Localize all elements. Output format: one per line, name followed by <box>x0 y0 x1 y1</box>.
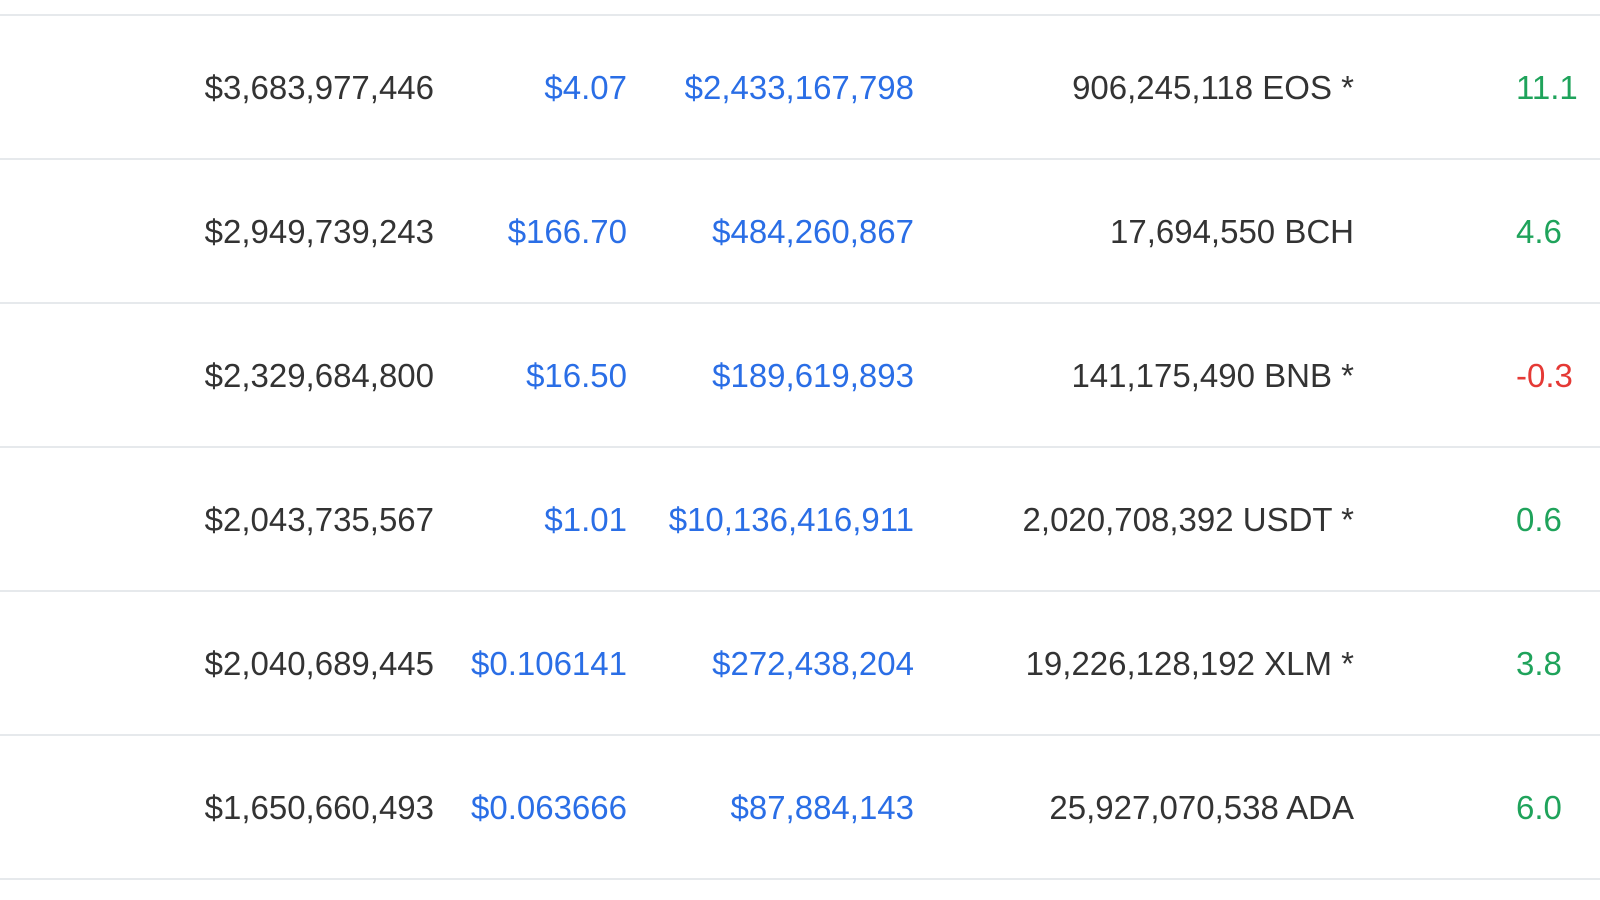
price-link[interactable]: $4.07 <box>544 16 627 160</box>
table-row: $2,043,735,567 $1.01 $10,136,416,911 2,0… <box>0 448 1600 592</box>
price-link[interactable]: $1.01 <box>544 448 627 592</box>
circulating-supply-cell: 141,175,490 BNB * <box>1071 357 1354 394</box>
row-divider <box>0 878 1600 880</box>
circulating-supply-cell: 25,927,070,538 ADA <box>1049 789 1354 826</box>
circulating-supply-cell: 17,694,550 BCH <box>1109 213 1354 250</box>
circulating-supply-cell: 906,245,118 EOS * <box>1072 69 1354 106</box>
market-cap-cell: $2,949,739,243 <box>204 213 434 250</box>
table-row: $2,040,689,445 $0.106141 $272,438,204 19… <box>0 592 1600 736</box>
market-cap-cell: $2,040,689,445 <box>204 645 434 682</box>
table-row: $2,949,739,243 $166.70 $484,260,867 17,6… <box>0 160 1600 304</box>
volume-link[interactable]: $2,433,167,798 <box>685 16 914 160</box>
price-link[interactable]: $0.063666 <box>471 736 627 880</box>
change-cell: 4.6 <box>1516 213 1562 250</box>
market-cap-cell: $3,683,977,446 <box>204 69 434 106</box>
price-link[interactable]: $16.50 <box>526 304 627 448</box>
market-cap-cell: $2,329,684,800 <box>204 357 434 394</box>
volume-link[interactable]: $87,884,143 <box>730 736 914 880</box>
circulating-supply-cell: 19,226,128,192 XLM * <box>1025 645 1354 682</box>
crypto-market-table: $3,683,977,446 $4.07 $2,433,167,798 906,… <box>0 0 1600 900</box>
change-cell: -0.3 <box>1516 357 1573 394</box>
change-cell: 3.8 <box>1516 645 1562 682</box>
market-cap-cell: $2,043,735,567 <box>204 501 434 538</box>
market-cap-cell: $1,650,660,493 <box>204 789 434 826</box>
price-link[interactable]: $0.106141 <box>471 592 627 736</box>
change-cell: 11.1 <box>1516 69 1578 106</box>
change-cell: 6.0 <box>1516 789 1562 826</box>
volume-link[interactable]: $10,136,416,911 <box>669 448 914 592</box>
table-row: $1,650,660,493 $0.063666 $87,884,143 25,… <box>0 736 1600 880</box>
volume-link[interactable]: $272,438,204 <box>712 592 914 736</box>
table-row: $3,683,977,446 $4.07 $2,433,167,798 906,… <box>0 16 1600 160</box>
table-row: $2,329,684,800 $16.50 $189,619,893 141,1… <box>0 304 1600 448</box>
price-link[interactable]: $166.70 <box>508 160 627 304</box>
change-cell: 0.6 <box>1516 501 1562 538</box>
circulating-supply-cell: 2,020,708,392 USDT * <box>1022 501 1354 538</box>
volume-link[interactable]: $484,260,867 <box>712 160 914 304</box>
volume-link[interactable]: $189,619,893 <box>712 304 914 448</box>
